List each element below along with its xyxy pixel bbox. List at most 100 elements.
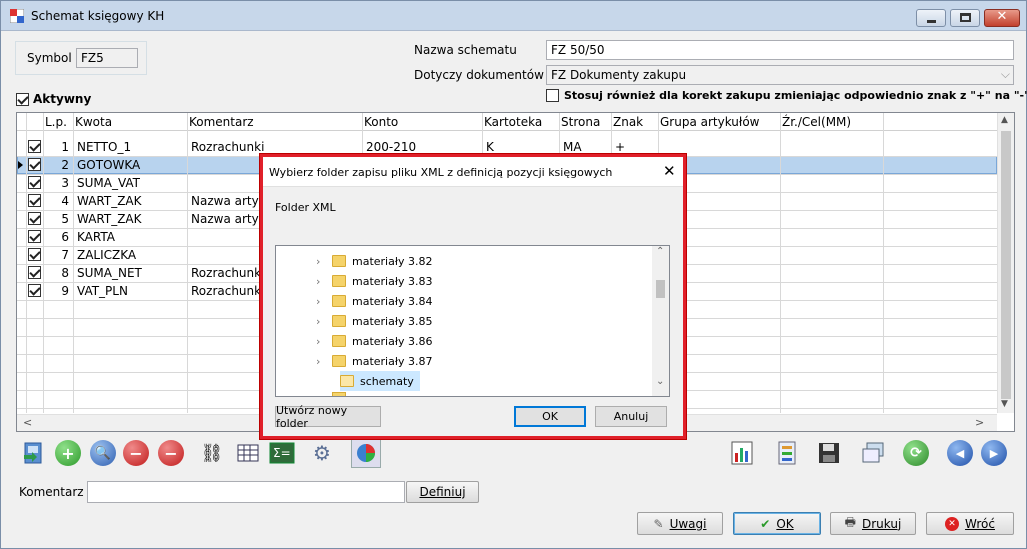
grid-cell-kwota[interactable]: VAT_PLN xyxy=(77,284,128,298)
scroll-left-icon[interactable]: < xyxy=(23,416,32,429)
col-header-kwota[interactable]: Kwota xyxy=(75,115,112,129)
grid-cell-lp[interactable]: 7 xyxy=(47,248,69,262)
tree-node[interactable]: › materiały 3.87 xyxy=(316,351,432,371)
col-header-kartoteka[interactable]: Kartoteka xyxy=(484,115,542,129)
new-folder-button[interactable]: Utwórz nowy folder xyxy=(275,404,381,430)
ok-button[interactable]: ✔ OK xyxy=(733,512,821,535)
chevron-right-icon[interactable]: › xyxy=(316,335,326,348)
nazwa-field[interactable]: FZ 50/50 xyxy=(546,40,1014,60)
col-header-lp[interactable]: L.p. xyxy=(45,115,67,129)
dialog-cancel-button[interactable]: Anuluj xyxy=(595,406,667,427)
grid-cell-kwota[interactable]: SUMA_NET xyxy=(77,266,142,280)
grid-cell-znak[interactable]: + xyxy=(615,140,625,154)
col-header-strona[interactable]: Strona xyxy=(561,115,600,129)
row-active-checkbox[interactable] xyxy=(28,212,41,225)
filter-button[interactable] xyxy=(233,438,263,468)
grid-cell-kwota[interactable]: NETTO_1 xyxy=(77,140,131,154)
scroll-up-icon[interactable]: ▲ xyxy=(1001,115,1008,125)
definiuj-button[interactable]: Definiuj xyxy=(406,481,479,503)
delete-button[interactable]: − xyxy=(121,438,151,468)
aktywny-checkbox-row[interactable]: Aktywny xyxy=(16,92,91,106)
col-header-komentarz[interactable]: Komentarz xyxy=(189,115,254,129)
aktywny-checkbox[interactable] xyxy=(16,92,29,106)
row-active-checkbox[interactable] xyxy=(28,266,41,279)
tree-node[interactable]: › materiały 3.84 xyxy=(316,291,432,311)
grid-cell-kwota[interactable]: GOTOWKA xyxy=(77,158,140,172)
row-active-checkbox[interactable] xyxy=(28,248,41,261)
grid-cell-kwota[interactable]: WART_ZAK xyxy=(77,194,142,208)
tree-node[interactable]: › materiały 3.82 xyxy=(316,251,432,271)
stosuj-checkbox-row[interactable]: Stosuj również dla korekt zakupu zmienia… xyxy=(546,89,1027,102)
document-button[interactable] xyxy=(772,438,802,468)
stosuj-checkbox[interactable] xyxy=(546,89,559,102)
dialog-ok-button[interactable]: OK xyxy=(514,406,586,427)
komentarz-field[interactable] xyxy=(87,481,405,503)
grid-cell-lp[interactable]: 2 xyxy=(47,158,69,172)
grid-cell-kartoteka[interactable]: K xyxy=(486,140,494,154)
grid-cell-komentarz[interactable]: Rozrachunk xyxy=(191,266,261,280)
chevron-right-icon[interactable]: › xyxy=(316,275,326,288)
row-active-checkbox[interactable] xyxy=(28,230,41,243)
col-header-konto[interactable]: Konto xyxy=(364,115,398,129)
grid-cell-komentarz[interactable]: Nazwa artyk xyxy=(191,194,266,208)
add-button[interactable]: + xyxy=(53,438,83,468)
dialog-close-icon[interactable]: ✕ xyxy=(663,162,676,180)
scroll-thumb[interactable] xyxy=(1001,131,1011,399)
grid-cell-lp[interactable]: 8 xyxy=(47,266,69,280)
grid-cell-kwota[interactable]: WART_ZAK xyxy=(77,212,142,226)
drukuj-button[interactable]: 🖶 Drukuj xyxy=(830,512,916,535)
row-active-checkbox[interactable] xyxy=(28,140,41,153)
grid-cell-komentarz[interactable]: Rozrachunki xyxy=(191,140,264,154)
grid-cell-komentarz[interactable]: Rozrachunk xyxy=(191,284,261,298)
tree-node-selected[interactable]: schematy xyxy=(340,371,420,391)
grid-cell-kwota[interactable]: KARTA xyxy=(77,230,115,244)
copy-button[interactable] xyxy=(858,438,888,468)
grid-cell-komentarz[interactable]: Nazwa artyk xyxy=(191,212,266,226)
settings-button[interactable]: ⚙ xyxy=(307,438,337,468)
close-button[interactable]: ✕ xyxy=(984,9,1020,27)
delete-marked-button[interactable]: − xyxy=(156,438,186,468)
chevron-right-icon[interactable]: › xyxy=(316,295,326,308)
col-header-grupa[interactable]: Grupa artykułów xyxy=(660,115,759,129)
tree-node[interactable]: › materiały 3.85 xyxy=(316,311,432,331)
grid-cell-lp[interactable]: 9 xyxy=(47,284,69,298)
scroll-down-icon[interactable]: ▼ xyxy=(1001,399,1008,409)
scroll-up-icon[interactable]: ⌃ xyxy=(656,246,664,257)
refresh-button[interactable]: ⟳ xyxy=(901,438,931,468)
grid-cell-lp[interactable]: 3 xyxy=(47,176,69,190)
calc-button[interactable]: Σ= xyxy=(267,438,297,468)
chart-button[interactable] xyxy=(351,438,381,468)
report-button[interactable] xyxy=(727,438,757,468)
grid-cell-lp[interactable]: 6 xyxy=(47,230,69,244)
row-active-checkbox[interactable] xyxy=(28,176,41,189)
maximize-button[interactable] xyxy=(950,9,980,27)
grid-cell-lp[interactable]: 5 xyxy=(47,212,69,226)
dotyczy-select[interactable]: FZ Dokumenty zakupu ⌵ xyxy=(546,65,1014,85)
folder-tree[interactable]: › materiały 3.82 › materiały 3.83 › materiały… xyxy=(275,245,670,397)
tree-scrollbar[interactable]: ⌃ ⌄ xyxy=(652,246,669,396)
grid-cell-lp[interactable]: 4 xyxy=(47,194,69,208)
vertical-scrollbar[interactable]: ▲ ▼ xyxy=(997,113,1014,413)
symbol-field[interactable]: FZ5 xyxy=(76,48,138,68)
grid-cell-konto[interactable]: 200-210 xyxy=(366,140,416,154)
tree-node[interactable]: › materiały 3.86 xyxy=(316,331,432,351)
grid-cell-kwota[interactable]: ZALICZKA xyxy=(77,248,136,262)
import-icon[interactable] xyxy=(19,438,49,468)
search-button[interactable]: ⛓ xyxy=(197,438,227,468)
col-header-zrcel[interactable]: Źr./Cel(MM) xyxy=(782,115,851,129)
scroll-right-icon[interactable]: > xyxy=(975,416,984,429)
col-header-znak[interactable]: Znak xyxy=(613,115,643,129)
chevron-right-icon[interactable]: › xyxy=(316,355,326,368)
row-active-checkbox[interactable] xyxy=(28,284,41,297)
minimize-button[interactable] xyxy=(916,9,946,27)
scroll-thumb[interactable] xyxy=(656,280,665,298)
grid-cell-kwota[interactable]: SUMA_VAT xyxy=(77,176,140,190)
chevron-right-icon[interactable]: › xyxy=(316,315,326,328)
grid-cell-strona[interactable]: MA xyxy=(563,140,582,154)
scroll-down-icon[interactable]: ⌄ xyxy=(656,376,664,387)
row-active-checkbox[interactable] xyxy=(28,158,41,171)
tree-node[interactable]: › materiały 3.83 xyxy=(316,271,432,291)
chevron-right-icon[interactable]: › xyxy=(316,255,326,268)
grid-cell-lp[interactable]: 1 xyxy=(47,140,69,154)
next-button[interactable]: ▶ xyxy=(979,438,1009,468)
